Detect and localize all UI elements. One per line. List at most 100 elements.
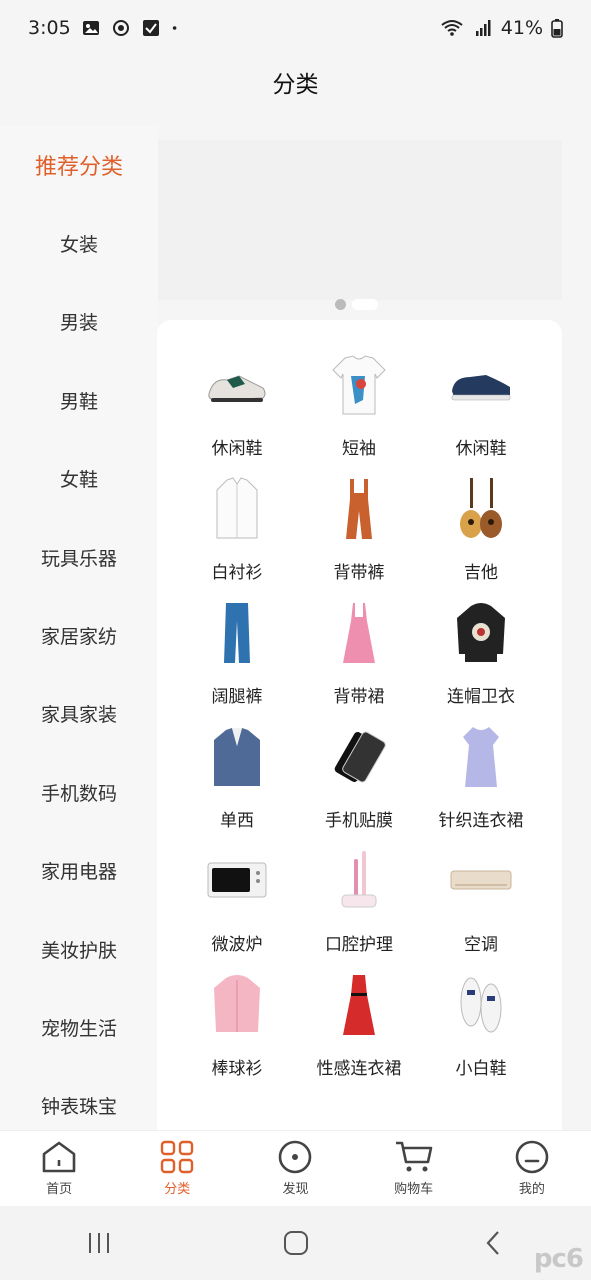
hoodie-icon <box>446 598 516 668</box>
sidebar-item-furniture[interactable]: 家具家装 <box>0 675 158 753</box>
knit-dress-icon <box>446 722 516 792</box>
tab-label: 发现 <box>282 1182 309 1197</box>
screen-film-icon <box>324 722 394 792</box>
recent-apps-button[interactable] <box>39 1213 159 1273</box>
sidebar-item-label: 女鞋 <box>59 469 98 492</box>
grid-item[interactable]: 吉他 <box>421 474 541 598</box>
grid-item[interactable]: 空调 <box>421 846 541 970</box>
grid-item[interactable]: 休闲鞋 <box>177 350 297 474</box>
carousel-dot <box>335 299 346 310</box>
sidebar-item-mens-clothing[interactable]: 男装 <box>0 283 158 361</box>
tab-label: 分类 <box>164 1182 191 1197</box>
grid-item[interactable]: 微波炉 <box>177 846 297 970</box>
cart-icon <box>395 1141 432 1172</box>
dot-icon <box>172 26 177 30</box>
grid-item[interactable]: 手机贴膜 <box>299 722 419 846</box>
carousel-indicator <box>335 299 378 310</box>
sidebar-item-label: 玩具乐器 <box>40 547 117 570</box>
grid-item[interactable]: 短袖 <box>299 350 419 474</box>
watermark-logo: pc6 <box>533 1244 584 1274</box>
toothbrush-icon <box>324 846 394 916</box>
subcategory-panel: 休闲鞋 短袖 休闲鞋 白衬衫 背带裤 吉他 阔腿裤 背带裙 连帽卫衣 单西 手机… <box>157 320 562 1130</box>
wifi-icon <box>441 20 463 36</box>
grid-item-label: 白衬衫 <box>211 563 263 583</box>
tab-home[interactable]: 首页 <box>9 1140 109 1197</box>
status-bar: 3:05 41% <box>0 0 591 56</box>
sidebar-item-digital[interactable]: 手机数码 <box>0 753 158 831</box>
tab-label: 购物车 <box>394 1182 434 1197</box>
grid-item[interactable]: 小白鞋 <box>421 970 541 1094</box>
sidebar-item-womens-shoes[interactable]: 女鞋 <box>0 440 158 518</box>
sidebar-item-womens-clothing[interactable]: 女装 <box>0 204 158 282</box>
tab-cart[interactable]: 购物车 <box>364 1140 464 1197</box>
discover-icon <box>279 1140 312 1174</box>
grid-item[interactable]: 口腔护理 <box>299 846 419 970</box>
sidebar-item-label: 男装 <box>59 312 98 335</box>
white-shoe-icon <box>446 970 516 1040</box>
pants-icon <box>202 598 272 668</box>
grid-item-label: 短袖 <box>342 439 376 459</box>
grid-item-label: 针织连衣裙 <box>438 811 524 831</box>
category-icon <box>161 1140 194 1174</box>
grid-item-label: 性感连衣裙 <box>316 1059 402 1079</box>
sidebar-item-label: 手机数码 <box>40 782 117 805</box>
sidebar-item-recommended[interactable]: 推荐分类 <box>0 126 158 204</box>
grid-item-label: 连帽卫衣 <box>447 687 515 707</box>
grid-item[interactable]: 性感连衣裙 <box>299 970 419 1094</box>
sidebar-item-label: 女装 <box>59 234 98 257</box>
sync-icon <box>112 20 129 36</box>
tab-profile[interactable]: 我的 <box>482 1140 582 1197</box>
sidebar-item-mens-shoes[interactable]: 男鞋 <box>0 361 158 439</box>
grid-item-label: 休闲鞋 <box>455 439 507 459</box>
jacket-icon <box>202 970 272 1040</box>
grid-item[interactable]: 棒球衫 <box>177 970 297 1094</box>
grid-item[interactable]: 休闲鞋 <box>421 350 541 474</box>
sidebar-item-jewelry[interactable]: 钟表珠宝 <box>0 1067 158 1130</box>
dress-icon <box>324 598 394 668</box>
grid-item-label: 小白鞋 <box>455 1059 507 1079</box>
grid-item[interactable]: 阔腿裤 <box>177 598 297 722</box>
grid-item-label: 口腔护理 <box>325 935 393 955</box>
grid-item-label: 背带裤 <box>333 563 385 583</box>
battery-icon <box>551 19 563 38</box>
sidebar-item-home-textiles[interactable]: 家居家纺 <box>0 596 158 674</box>
tab-discover[interactable]: 发现 <box>245 1140 345 1197</box>
aircon-icon <box>446 846 516 916</box>
sneaker-icon <box>202 350 272 420</box>
sidebar-item-label: 推荐分类 <box>34 155 123 181</box>
home-button[interactable] <box>236 1213 356 1273</box>
microwave-icon <box>202 846 272 916</box>
recent-apps-icon <box>88 1233 109 1253</box>
home-nav-icon <box>283 1231 308 1255</box>
grid-item[interactable]: 背带裤 <box>299 474 419 598</box>
promo-banner[interactable] <box>158 140 562 300</box>
grid-item[interactable]: 背带裙 <box>299 598 419 722</box>
sidebar-item-label: 男鞋 <box>59 390 98 413</box>
sidebar-item-label: 钟表珠宝 <box>40 1096 117 1119</box>
sidebar-item-label: 家具家装 <box>40 704 117 727</box>
tab-category[interactable]: 分类 <box>127 1140 227 1197</box>
battery-percent: 41% <box>500 17 543 39</box>
grid-item[interactable]: 白衬衫 <box>177 474 297 598</box>
status-time: 3:05 <box>28 17 71 39</box>
guitar-icon <box>446 474 516 544</box>
sidebar-item-pets[interactable]: 宠物生活 <box>0 988 158 1066</box>
page-title: 分类 <box>272 72 319 98</box>
grid-item[interactable]: 单西 <box>177 722 297 846</box>
grid-item-label: 微波炉 <box>211 935 263 955</box>
red-dress-icon <box>324 970 394 1040</box>
sidebar-item-beauty[interactable]: 美妆护肤 <box>0 910 158 988</box>
overalls-icon <box>324 474 394 544</box>
grid-item-label: 单西 <box>220 811 254 831</box>
home-icon <box>42 1141 76 1173</box>
blazer-icon <box>202 722 272 792</box>
grid-item-label: 阔腿裤 <box>211 687 263 707</box>
page-header: 分类 <box>0 56 591 108</box>
shirt-icon <box>202 474 272 544</box>
sidebar-item-toys[interactable]: 玩具乐器 <box>0 518 158 596</box>
sidebar-item-label: 宠物生活 <box>40 1017 117 1040</box>
grid-item[interactable]: 连帽卫衣 <box>421 598 541 722</box>
sidebar-item-appliances[interactable]: 家用电器 <box>0 832 158 910</box>
grid-item[interactable]: 针织连衣裙 <box>421 722 541 846</box>
profile-icon <box>515 1140 549 1174</box>
